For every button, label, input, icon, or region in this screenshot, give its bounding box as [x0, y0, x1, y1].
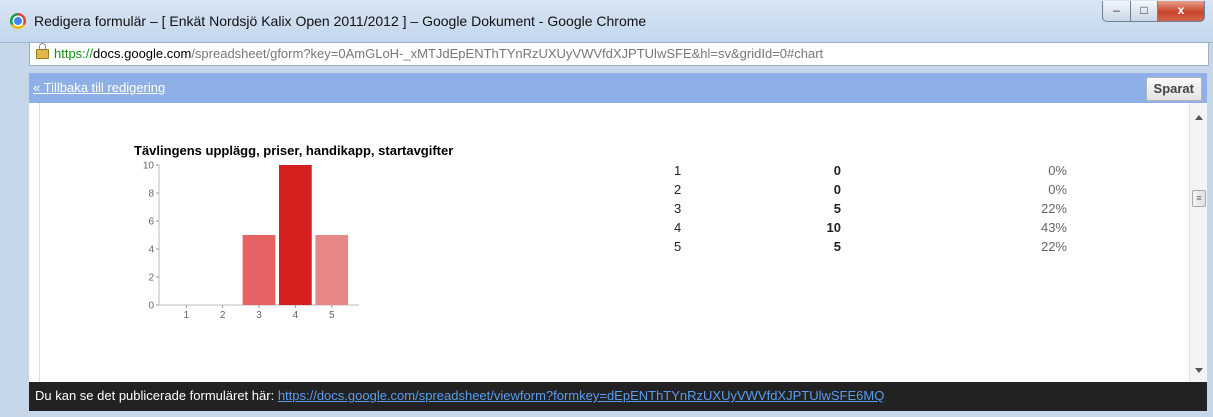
row-percent: 43% [1040, 220, 1067, 235]
y-tick-label: 0 [148, 301, 154, 312]
x-tick-label: 3 [256, 310, 262, 321]
saved-button[interactable]: Sparat [1145, 77, 1202, 101]
bar-chart: 02468101 2 3 4 5 [143, 161, 359, 321]
minimize-button[interactable]: – [1102, 1, 1131, 22]
row-percent: 0% [1048, 163, 1067, 178]
x-tick-label: 1 [183, 310, 189, 321]
scroll-down-arrow-icon[interactable] [1195, 368, 1203, 373]
url-path: /spreadsheet/gform?key=0AmGLoH-_xMTJdEpE… [191, 46, 824, 61]
bar [315, 235, 349, 305]
footer-message: Du kan se det publicerade formuläret här… [35, 382, 884, 409]
published-form-link[interactable]: https://docs.google.com/spreadsheet/view… [278, 388, 885, 403]
row-percent: 22% [1040, 201, 1067, 216]
left-divider [39, 103, 40, 382]
scroll-up-arrow-icon[interactable] [1195, 115, 1203, 120]
row-count: 10 [826, 220, 841, 235]
y-tick-label: 6 [148, 217, 154, 228]
row-count: 0 [833, 182, 841, 197]
x-tick-label: 5 [329, 310, 335, 321]
maximize-button[interactable]: □ [1131, 1, 1158, 22]
y-tick-label: 4 [148, 245, 154, 256]
y-tick-label: 10 [143, 161, 155, 172]
url-host: docs.google.com [93, 46, 192, 61]
scroll-thumb[interactable]: ≡ [1192, 190, 1206, 207]
row-category: 3 [674, 201, 682, 216]
row-count: 5 [833, 201, 841, 216]
window-title: Redigera formulär – [ Enkät Nordsjö Kali… [34, 13, 647, 29]
row-category: 1 [674, 163, 682, 178]
window-controls: – □ x [1102, 1, 1205, 22]
url-scheme: https:// [54, 46, 94, 61]
window-titlebar: Redigera formulär – [ Enkät Nordsjö Kali… [0, 0, 1213, 43]
chart-content-area: Tävlingens upplägg, priser, handikapp, s… [29, 103, 1207, 382]
publish-footer: Du kan se det publicerade formuläret här… [29, 382, 1207, 411]
row-category: 4 [674, 220, 682, 235]
x-tick-label: 2 [220, 310, 226, 321]
form-toolbar: « Tillbaka till redigering Sparat [29, 73, 1207, 103]
back-to-editing-link[interactable]: « Tillbaka till redigering [33, 80, 165, 95]
vertical-scrollbar[interactable]: ≡ [1189, 103, 1207, 382]
x-tick-label: 4 [293, 310, 299, 321]
bar [242, 235, 276, 305]
row-category: 2 [674, 182, 682, 197]
footer-label: Du kan se det publicerade formuläret här… [35, 388, 275, 403]
address-bar[interactable]: https://docs.google.com/spreadsheet/gfor… [29, 42, 1209, 66]
lock-icon [36, 43, 49, 59]
close-button[interactable]: x [1158, 1, 1205, 22]
bar [279, 165, 312, 305]
y-tick-label: 2 [148, 273, 154, 284]
y-tick-label: 8 [148, 189, 154, 200]
row-percent: 22% [1040, 239, 1067, 254]
row-count: 0 [833, 163, 841, 178]
chrome-logo-icon [10, 13, 26, 29]
row-category: 5 [674, 239, 682, 254]
row-percent: 0% [1048, 182, 1067, 197]
row-count: 5 [833, 239, 841, 254]
url-text: https://docs.google.com/spreadsheet/gfor… [54, 43, 823, 65]
